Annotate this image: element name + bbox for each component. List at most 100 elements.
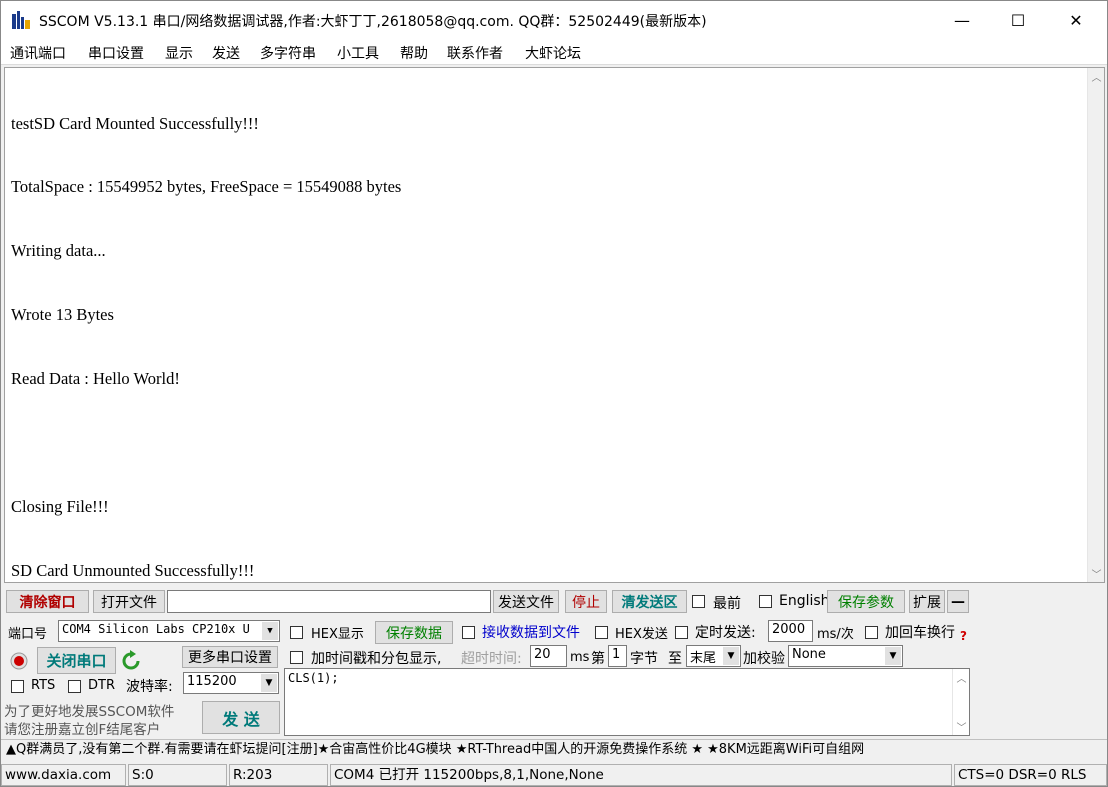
clear-send-button[interactable]: 清发送区 (612, 590, 687, 613)
status-port-info: COM4 已打开 115200bps,8,1,None,None (330, 764, 952, 786)
byte-suffix-label: 字节 (630, 651, 658, 667)
status-sent-count: S:0 (128, 764, 227, 786)
add-crlf-checkbox[interactable] (865, 626, 878, 639)
save-data-button[interactable]: 保存数据 (375, 621, 453, 644)
clear-window-button[interactable]: 清除窗口 (6, 590, 89, 613)
receive-line: testSD Card Mounted Successfully!!! (11, 113, 259, 133)
minimize-button[interactable]: — (939, 1, 985, 39)
chevron-down-icon[interactable]: ▼ (261, 674, 277, 692)
port-select-value: COM4 Silicon Labs CP210x U (62, 622, 250, 636)
recv-to-file-checkbox[interactable] (462, 626, 475, 639)
checksum-select-value: None (792, 647, 826, 662)
send-textarea[interactable]: CLS(1); ︿ ﹀ (284, 668, 970, 736)
baud-select[interactable]: 115200 ▼ (183, 672, 279, 694)
recv-to-file-label[interactable]: 接收数据到文件 (482, 622, 580, 642)
chevron-down-icon[interactable]: ▼ (262, 622, 278, 640)
hex-send-checkbox[interactable] (595, 626, 608, 639)
scroll-down-icon[interactable]: ﹀ (1088, 565, 1105, 582)
timeout-unit-label: ms (570, 650, 590, 665)
port-label: 端口号 (8, 627, 48, 642)
dtr-checkbox[interactable] (68, 680, 81, 693)
baud-select-value: 115200 (187, 674, 237, 689)
topmost-checkbox[interactable] (692, 595, 705, 608)
topmost-label: 最前 (713, 596, 741, 612)
scroll-down-icon[interactable]: ﹀ (953, 718, 970, 735)
more-serial-settings-button[interactable]: 更多串口设置 (182, 646, 278, 668)
send-button[interactable]: 发 送 (202, 701, 280, 734)
sscom-window: SSCOM V5.13.1 串口/网络数据调试器,作者:大虾丁丁,2618058… (0, 0, 1108, 787)
send-file-button[interactable]: 发送文件 (493, 590, 559, 613)
chevron-down-icon[interactable]: ▼ (885, 647, 901, 665)
receive-scrollbar[interactable]: ︿ ﹀ (1087, 68, 1104, 582)
maximize-button[interactable]: ☐ (995, 1, 1041, 39)
english-checkbox[interactable] (759, 595, 772, 608)
save-params-button[interactable]: 保存参数 (827, 590, 905, 613)
menu-send[interactable]: 发送 (212, 43, 240, 63)
send-scrollbar[interactable]: ︿ ﹀ (952, 669, 969, 735)
timed-interval-input[interactable]: 2000 (768, 620, 813, 642)
rts-label: RTS (31, 678, 56, 693)
receive-line: TotalSpace : 15549952 bytes, FreeSpace =… (11, 177, 402, 197)
menu-help[interactable]: 帮助 (400, 43, 428, 63)
window-title: SSCOM V5.13.1 串口/网络数据调试器,作者:大虾丁丁,2618058… (39, 14, 707, 30)
refresh-icon[interactable] (121, 650, 141, 672)
hex-send-label: HEX发送 (615, 627, 668, 642)
baud-label: 波特率: (126, 679, 173, 695)
receive-line: Writing data... (11, 241, 106, 261)
timed-unit-label: ms/次 (817, 627, 854, 642)
status-website[interactable]: www.daxia.com (1, 764, 126, 786)
chevron-down-icon[interactable]: ▼ (723, 647, 739, 665)
checksum-select[interactable]: None ▼ (788, 645, 903, 667)
menu-tools[interactable]: 小工具 (337, 43, 379, 63)
file-path-input[interactable] (167, 590, 491, 613)
timestamp-checkbox[interactable] (290, 651, 303, 664)
menu-comm-port[interactable]: 通讯端口 (10, 43, 66, 63)
menu-forum[interactable]: 大虾论坛 (525, 43, 581, 63)
to-select-value: 末尾 (690, 651, 717, 666)
to-select[interactable]: 末尾 ▼ (686, 645, 741, 667)
close-button[interactable]: ✕ (1053, 1, 1099, 39)
menu-serial-settings[interactable]: 串口设置 (88, 43, 144, 63)
close-icon: ✕ (1069, 10, 1083, 30)
receive-line: SD Card Unmounted Successfully!!! (11, 560, 255, 580)
help-icon[interactable]: ? (960, 629, 967, 643)
port-status-record-icon (10, 652, 28, 670)
receive-line: Closing File!!! (11, 496, 109, 516)
menu-display[interactable]: 显示 (165, 43, 193, 63)
receive-line: Read Data : Hello World! (11, 369, 180, 389)
byte-prefix-label: 第 (591, 651, 605, 667)
collapse-button[interactable]: — (947, 590, 969, 613)
title-bar[interactable]: SSCOM V5.13.1 串口/网络数据调试器,作者:大虾丁丁,2618058… (1, 1, 1107, 39)
hex-display-label: HEX显示 (311, 627, 364, 642)
send-text: CLS(1); (288, 671, 339, 685)
open-file-button[interactable]: 打开文件 (93, 590, 165, 613)
scroll-up-icon[interactable]: ︿ (953, 669, 970, 686)
promo-line-1[interactable]: 为了更好地发展SSCOM软件 (4, 700, 174, 720)
receive-textarea[interactable]: testSD Card Mounted Successfully!!! Tota… (4, 67, 1105, 583)
close-port-button[interactable]: 关闭串口 (37, 647, 116, 674)
menu-multi-string[interactable]: 多字符串 (260, 43, 316, 63)
scroll-up-icon[interactable]: ︿ (1088, 68, 1105, 85)
timeout-input[interactable]: 20 (530, 645, 567, 667)
hex-display-checkbox[interactable] (290, 626, 303, 639)
receive-text: testSD Card Mounted Successfully!!! Tota… (11, 70, 401, 624)
to-label: 至 (668, 651, 682, 667)
timed-send-checkbox[interactable] (675, 626, 688, 639)
app-logo-icon (12, 11, 30, 29)
expand-button[interactable]: 扩展 (909, 590, 945, 613)
english-label: English (779, 593, 830, 609)
timed-send-label: 定时发送: (695, 625, 756, 641)
menu-bar: 通讯端口 串口设置 显示 发送 多字符串 小工具 帮助 联系作者 大虾论坛 (1, 39, 1107, 65)
menu-contact-author[interactable]: 联系作者 (447, 43, 503, 63)
announcement-marquee[interactable]: ▲Q群满员了,没有第二个群.有需要请在虾坛提问[注册]★合宙高性价比4G模块 ★… (1, 739, 1107, 761)
stop-button[interactable]: 停止 (565, 590, 607, 613)
promo-line-2[interactable]: 请您注册嘉立创F结尾客户 (4, 718, 160, 738)
status-received-count: R:203 (229, 764, 328, 786)
timeout-label: 超时时间: (461, 651, 522, 667)
rts-checkbox[interactable] (11, 680, 24, 693)
receive-line (11, 432, 401, 453)
timestamp-label: 加时间戳和分包显示, (311, 651, 442, 667)
port-select[interactable]: COM4 Silicon Labs CP210x U ▼ (58, 620, 280, 642)
byte-index-input[interactable]: 1 (608, 645, 627, 667)
checksum-label: 加校验 (743, 651, 785, 667)
